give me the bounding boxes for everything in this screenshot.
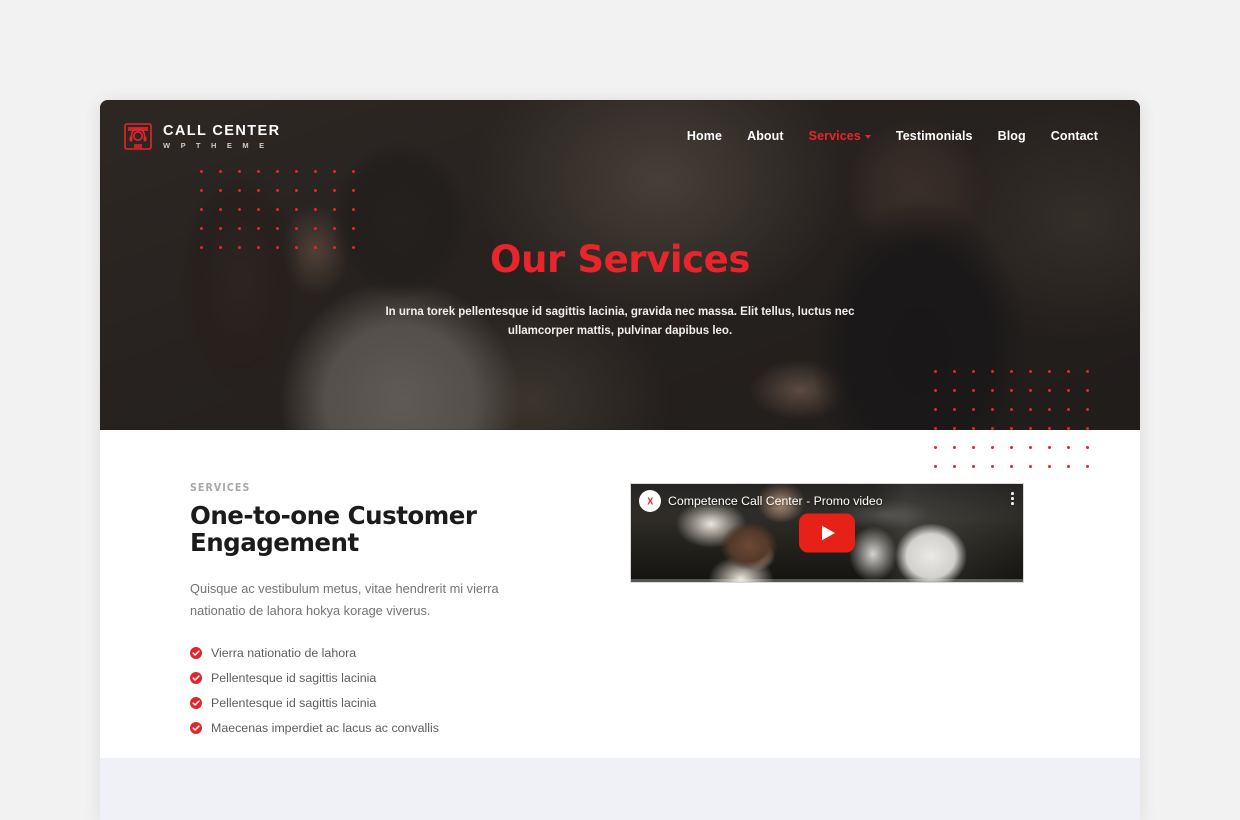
site-header: CALL CENTER W P T H E M E Home About Servi… [100,100,1140,172]
page-title: Our Services [490,238,750,281]
brand-text: CALL CENTER W P T H E M E [163,123,280,150]
nav-item-about[interactable]: About [747,129,784,143]
list-item-label: Vierra nationatio de lahora [211,645,357,660]
brand-logo[interactable]: CALL CENTER W P T H E M E [122,120,280,152]
list-item: Pellentesque id sagittis lacinia [190,696,590,710]
services-checklist: Vierra nationatio de lahora Pellentesque … [190,646,590,735]
nav-item-label: Contact [1050,129,1098,143]
services-video-column: X Competence Call Center - Promo video [630,482,1024,746]
check-circle-icon [190,721,202,734]
nav-item-label: Services [808,129,861,143]
section-eyebrow: SERVICES [190,482,251,494]
brand-subtitle: W P T H E M E [163,141,269,150]
hero-subtitle: In urna torek pellentesque id sagittis l… [385,305,855,338]
video-progress-bar[interactable] [631,579,1023,582]
nav-item-blog[interactable]: Blog [998,129,1026,143]
services-inner: SERVICES One-to-one Customer Engagement … [165,482,1075,746]
check-circle-icon [190,696,202,709]
youtube-video-embed[interactable]: X Competence Call Center - Promo video [630,483,1024,583]
next-section-band [100,758,1140,820]
list-item-label: Pellentesque id sagittis lacinia [211,695,377,710]
list-item: Maecenas imperdiet ac lacus ac convallis [190,721,590,735]
list-item: Vierra nationatio de lahora [190,646,590,660]
check-circle-icon [190,646,202,659]
section-title: One-to-one Customer Engagement [190,501,477,558]
list-item-label: Maecenas imperdiet ac lacus ac convallis [211,720,439,735]
list-item-label: Pellentesque id sagittis lacinia [211,670,377,685]
services-section: SERVICES One-to-one Customer Engagement … [100,430,1140,758]
hero-section: CALL CENTER W P T H E M E Home About Servi… [100,100,1140,430]
website-page-card: CALL CENTER W P T H E M E Home About Servi… [100,100,1140,820]
main-navigation: Home About Services Testimonials Blog Contact [687,129,1098,143]
nav-item-label: Testimonials [895,129,973,143]
nav-item-label: Blog [997,129,1026,143]
nav-item-contact[interactable]: Contact [1051,129,1098,143]
screenshot-viewport: CALL CENTER W P T H E M E Home About Servi… [0,0,1240,820]
kebab-menu-icon[interactable] [1011,492,1014,505]
nav-item-label: About [747,129,784,143]
nav-item-home[interactable]: Home [687,129,722,143]
youtube-play-icon[interactable] [799,513,855,553]
video-title[interactable]: Competence Call Center - Promo video [668,494,883,508]
hero-content: Our Services In urna torek pellentesque … [100,238,1140,342]
channel-avatar[interactable]: X [639,490,661,512]
nav-item-label: Home [686,129,723,143]
avatar-label: X [647,495,653,507]
call-center-headset-icon [122,120,154,152]
nav-item-services[interactable]: Services [809,129,871,143]
services-text-column: SERVICES One-to-one Customer Engagement … [190,482,590,746]
chevron-down-icon [864,135,871,139]
nav-item-testimonials[interactable]: Testimonials [896,129,973,143]
brand-title: CALL CENTER [163,122,281,139]
list-item: Pellentesque id sagittis lacinia [190,671,590,685]
check-circle-icon [190,671,202,684]
section-paragraph: Quisque ac vestibulum metus, vitae hendr… [190,580,499,618]
